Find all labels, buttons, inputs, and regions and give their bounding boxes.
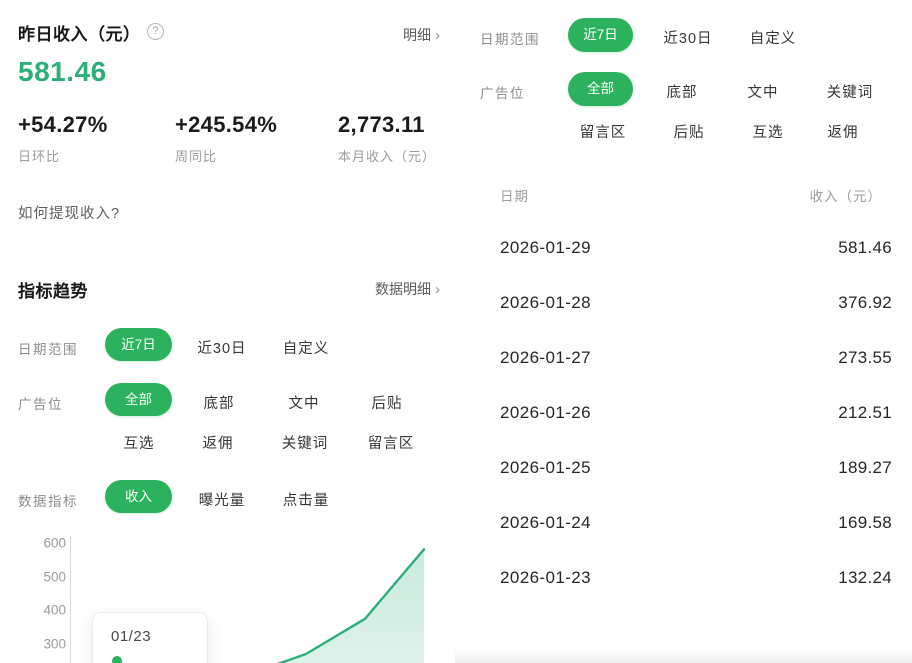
trend-title: 指标趋势 (18, 277, 88, 302)
row-income: 273.55 (838, 348, 892, 368)
trend-data-detail-link[interactable]: 数据明细› (375, 279, 440, 299)
option-ad-slot-in-text[interactable]: 文中 (289, 392, 320, 413)
filter-label-date-range: 日期范围 (18, 338, 78, 358)
option-ad-slot-bottom[interactable]: 底部 (204, 392, 235, 413)
pill-ad-slot-all[interactable]: 全部 (568, 72, 633, 106)
revenue-dashboard: 昨日收入（元） ? 明细› 581.46 +54.27% +245.54% 2,… (0, 0, 912, 663)
option-metric-impressions[interactable]: 曝光量 (199, 489, 246, 510)
pill-last-7-days[interactable]: 近7日 (105, 328, 172, 361)
row-income: 212.51 (838, 403, 892, 423)
table-row: 2026-01-27 273.55 (500, 330, 892, 385)
option-ad-slot-post-roll[interactable]: 后贴 (674, 121, 705, 142)
row-date: 2026-01-24 (500, 513, 591, 533)
trend-chart[interactable]: 600 500 400 300 01/23 (30, 530, 442, 663)
row-date: 2026-01-28 (500, 293, 591, 313)
bottom-card-edge (455, 649, 912, 663)
table-row: 2026-01-28 376.92 (500, 275, 892, 330)
trend-detail-label: 数据明细 (375, 281, 431, 297)
column-header-date: 日期 (500, 185, 529, 205)
filter-label-date-range: 日期范围 (480, 28, 540, 48)
dod-change-label: 日环比 (18, 146, 60, 165)
filter-label-ad-slot: 广告位 (480, 82, 525, 102)
row-income: 169.58 (838, 513, 892, 533)
option-last-30-days[interactable]: 近30日 (197, 337, 246, 358)
table-row: 2026-01-29 581.46 (500, 220, 892, 275)
row-date: 2026-01-26 (500, 403, 591, 423)
help-icon[interactable]: ? (147, 23, 164, 40)
row-income: 189.27 (838, 458, 892, 478)
row-date: 2026-01-27 (500, 348, 591, 368)
row-date: 2026-01-23 (500, 568, 591, 588)
option-ad-slot-in-text[interactable]: 文中 (748, 81, 779, 102)
table-row: 2026-01-23 132.24 (500, 550, 892, 605)
row-date: 2026-01-29 (500, 238, 591, 258)
withdraw-help-link[interactable]: 如何提现收入? (18, 202, 120, 223)
option-ad-slot-mutual[interactable]: 互选 (753, 121, 784, 142)
row-income: 132.24 (838, 568, 892, 588)
chart-tooltip: 01/23 (92, 612, 208, 663)
pill-ad-slot-all[interactable]: 全部 (105, 383, 172, 416)
option-ad-slot-rebate[interactable]: 返佣 (203, 432, 234, 453)
option-custom-range[interactable]: 自定义 (283, 337, 330, 358)
wow-change-label: 周同比 (175, 146, 217, 165)
option-ad-slot-bottom[interactable]: 底部 (667, 81, 698, 102)
filter-label-ad-slot: 广告位 (18, 393, 63, 413)
row-income: 581.46 (838, 238, 892, 258)
option-metric-clicks[interactable]: 点击量 (283, 489, 330, 510)
month-income-label: 本月收入（元） (338, 146, 436, 165)
income-table: 日期 收入（元） 2026-01-29 581.46 2026-01-28 37… (500, 180, 892, 210)
table-row: 2026-01-25 189.27 (500, 440, 892, 495)
table-row: 2026-01-26 212.51 (500, 385, 892, 440)
option-ad-slot-keyword[interactable]: 关键词 (282, 432, 329, 453)
option-ad-slot-post-roll[interactable]: 后贴 (372, 392, 403, 413)
option-ad-slot-comments[interactable]: 留言区 (368, 432, 415, 453)
option-last-30-days[interactable]: 近30日 (663, 27, 712, 48)
dod-change-value: +54.27% (18, 112, 108, 138)
yesterday-income-amount: 581.46 (18, 56, 107, 88)
row-income: 376.92 (838, 293, 892, 313)
wow-change-value: +245.54% (175, 112, 277, 138)
month-income-value: 2,773.11 (338, 112, 425, 138)
income-detail-link[interactable]: 明细› (403, 25, 440, 45)
option-ad-slot-keyword[interactable]: 关键词 (827, 81, 874, 102)
option-ad-slot-rebate[interactable]: 返佣 (828, 121, 859, 142)
option-ad-slot-comments[interactable]: 留言区 (580, 121, 627, 142)
income-detail-panel: 日期范围 近7日 近30日 自定义 广告位 全部 底部 文中 关键词 留言区 后… (456, 0, 912, 663)
income-trend-panel: 昨日收入（元） ? 明细› 581.46 +54.27% +245.54% 2,… (0, 0, 456, 663)
chevron-right-icon: › (435, 27, 440, 44)
series-dot-icon (112, 656, 122, 663)
column-header-income: 收入（元） (810, 185, 883, 205)
filter-label-metric: 数据指标 (18, 490, 78, 510)
option-custom-range[interactable]: 自定义 (750, 27, 797, 48)
yesterday-income-title: 昨日收入（元） (18, 20, 141, 45)
pill-metric-income[interactable]: 收入 (105, 480, 172, 513)
tooltip-date-label: 01/23 (111, 628, 207, 645)
pill-last-7-days[interactable]: 近7日 (568, 18, 633, 52)
table-header-row: 日期 收入（元） (500, 180, 892, 210)
option-ad-slot-mutual[interactable]: 互选 (124, 432, 155, 453)
row-date: 2026-01-25 (500, 458, 591, 478)
chevron-right-icon: › (435, 281, 440, 298)
table-row: 2026-01-24 169.58 (500, 495, 892, 550)
income-detail-label: 明细 (403, 27, 431, 43)
